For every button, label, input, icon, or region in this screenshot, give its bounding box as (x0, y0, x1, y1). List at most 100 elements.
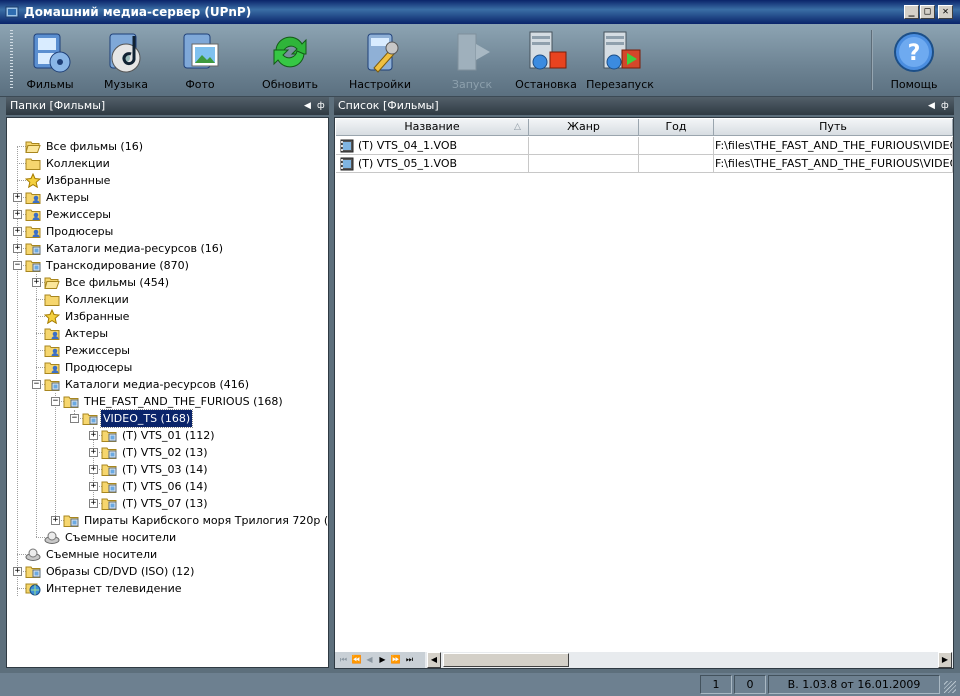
start-button[interactable]: Запуск (434, 28, 510, 92)
tree-item-label: Режиссеры (46, 208, 111, 221)
refresh-label: Обновить (262, 78, 318, 91)
window-title: Домашний медиа-сервер (UPnP) (24, 5, 252, 19)
nav-prev-page-icon[interactable]: ⏪ (351, 654, 362, 666)
cell-genre (529, 137, 639, 155)
list-pane-pin-icon[interactable]: ф (941, 97, 949, 115)
start-label: Запуск (451, 78, 493, 91)
expand-plus-icon[interactable]: + (89, 448, 98, 457)
settings-label: Настройки (348, 78, 412, 91)
nav-prev-icon[interactable]: ◀ (364, 654, 375, 666)
expand-plus-icon[interactable]: + (13, 227, 22, 236)
status-count-1: 1 (700, 675, 732, 694)
maximize-button[interactable]: □ (920, 5, 935, 19)
collapse-minus-icon[interactable]: − (51, 397, 60, 406)
pane-collapse-icon[interactable]: ◀ (304, 97, 311, 115)
tree-item-label: Каталоги медиа-ресурсов (16) (46, 242, 224, 255)
restart-button[interactable]: Перезапуск (582, 28, 658, 92)
media-folder-icon (101, 428, 117, 443)
collapse-minus-icon[interactable]: − (13, 261, 22, 270)
nav-next-icon[interactable]: ▶ (377, 654, 388, 666)
file-list[interactable]: Название △ Жанр Год Путь (T) VTS_04_1.VO… (334, 117, 954, 669)
column-header-name[interactable]: Название △ (336, 119, 529, 136)
tree-item-label: Продюсеры (46, 225, 114, 238)
list-pane-collapse-icon[interactable]: ◀ (928, 97, 935, 115)
toolbar-separator (871, 30, 873, 90)
resize-grip[interactable] (944, 681, 956, 693)
expand-plus-icon[interactable]: + (51, 516, 60, 525)
nav-next-page-icon[interactable]: ⏩ (390, 654, 401, 666)
pane-pin-icon[interactable]: ф (317, 97, 325, 115)
tree-item-label: Избранные (46, 174, 111, 187)
close-button[interactable]: ✕ (938, 5, 953, 19)
expand-plus-icon[interactable]: + (89, 482, 98, 491)
list-pane-header: Список [Фильмы] ◀ ф (334, 97, 954, 115)
help-button[interactable]: ? Помощь (876, 28, 952, 92)
films-button[interactable]: Фильмы (12, 28, 88, 92)
toolbar: Фильмы Музыка Фото Обновить Настройки За… (0, 24, 960, 97)
settings-button[interactable]: Настройки (342, 28, 418, 92)
tree-item-label: Избранные (65, 310, 130, 323)
folder-tree[interactable]: Все фильмы (16) Коллекции Избранные + Актеры… (6, 117, 329, 668)
tree-item-label: Съемные носители (65, 531, 177, 544)
list-horizontal-scrollbar[interactable]: ⏮ ⏪ ◀ ▶ ⏩ ⏭ ◀ ▶ (335, 652, 953, 668)
collapse-minus-icon[interactable]: − (32, 380, 41, 389)
music-button[interactable]: Музыка (88, 28, 164, 92)
expand-plus-icon[interactable]: + (89, 431, 98, 440)
status-count-2: 0 (734, 675, 766, 694)
status-bar: 1 0 В. 1.03.8 от 16.01.2009 (0, 673, 960, 696)
collapse-minus-icon[interactable]: − (70, 414, 79, 423)
expand-plus-icon[interactable]: + (89, 465, 98, 474)
expand-plus-icon[interactable]: + (13, 244, 22, 253)
video-file-icon (340, 139, 354, 153)
stop-button[interactable]: Остановка (508, 28, 584, 92)
photo-button[interactable]: Фото (162, 28, 238, 92)
cell-name: (T) VTS_05_1.VOB (336, 155, 529, 173)
expand-plus-icon[interactable]: + (13, 210, 22, 219)
pane-splitter[interactable] (330, 97, 333, 669)
expand-plus-icon[interactable]: + (32, 278, 41, 287)
people-folder-icon (44, 326, 60, 341)
column-header-genre[interactable]: Жанр (529, 119, 639, 136)
tree-item-label: Транскодирование (870) (46, 259, 189, 272)
star-icon (24, 172, 42, 189)
column-header-path[interactable]: Путь (714, 119, 953, 136)
people-folder-icon (44, 343, 60, 358)
svg-text:?: ? (908, 41, 921, 66)
tree-item-label: (T) VTS_02 (13) (122, 446, 208, 459)
minimize-button[interactable]: _ (904, 5, 919, 19)
tree-item-label: Актеры (65, 327, 109, 340)
cell-year (639, 155, 714, 173)
tree-item-label: Все фильмы (454) (65, 276, 169, 289)
tree-connector-line (55, 393, 56, 520)
tree-item-label: VIDEO_TS (168) (99, 409, 194, 428)
expand-plus-icon[interactable]: + (89, 499, 98, 508)
people-folder-icon (25, 224, 41, 239)
tree-item-label: (T) VTS_07 (13) (122, 497, 208, 510)
status-version: В. 1.03.8 от 16.01.2009 (768, 675, 940, 694)
refresh-button[interactable]: Обновить (252, 28, 328, 92)
title-bar[interactable]: Домашний медиа-сервер (UPnP) _ □ ✕ (0, 0, 960, 24)
scroll-left-button[interactable]: ◀ (427, 652, 441, 668)
media-folder-icon (101, 479, 117, 494)
cell-path: F:\files\THE_FAST_AND_THE_FURIOUS\VIDEO_ (714, 155, 953, 173)
column-header-year[interactable]: Год (639, 119, 714, 136)
expand-plus-icon[interactable]: + (13, 193, 22, 202)
nav-first-icon[interactable]: ⏮ (338, 654, 349, 666)
nav-last-icon[interactable]: ⏭ (404, 654, 415, 666)
record-navigator: ⏮ ⏪ ◀ ▶ ⏩ ⏭ (335, 652, 425, 668)
main-window: Домашний медиа-сервер (UPnP) _ □ ✕ Фильм… (0, 0, 960, 696)
restart-icon (603, 31, 641, 70)
tree-item-label: Образы CD/DVD (ISO) (12) (46, 565, 195, 578)
media-folder-icon (44, 377, 60, 392)
scroll-right-button[interactable]: ▶ (938, 652, 952, 668)
removable-drive-icon (44, 530, 60, 545)
stop-icon (529, 31, 567, 70)
expand-plus-icon[interactable]: + (13, 567, 22, 576)
tree-item-label: Все фильмы (16) (46, 140, 143, 153)
folder-icon (44, 292, 60, 307)
tree-item-label: Съемные носители (46, 548, 158, 561)
scroll-thumb[interactable] (443, 653, 569, 667)
tree-item-label: Пираты Карибского моря Трилогия 720p (24… (84, 514, 329, 527)
media-folder-icon (25, 564, 41, 579)
media-folder-icon (82, 411, 98, 426)
